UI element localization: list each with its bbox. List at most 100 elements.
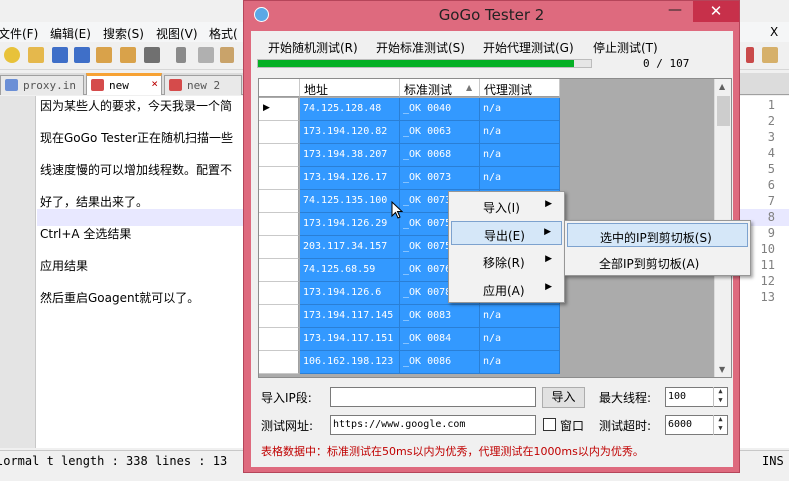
menu-file[interactable]: 文件(F) — [0, 25, 38, 42]
cell-proxy-test[interactable]: n/a — [480, 144, 560, 167]
progress-count: 0 / 107 — [643, 57, 690, 70]
row-header[interactable] — [259, 236, 299, 259]
plugin-icon[interactable] — [762, 47, 778, 63]
tab-close-icon[interactable]: × — [151, 77, 158, 90]
open-folder-icon[interactable] — [28, 47, 44, 63]
tab-new[interactable]: new × — [86, 73, 162, 95]
status-length-lines: lormal t length : 338 lines : 13 — [0, 454, 228, 468]
cell-address[interactable]: 74.125.128.48 — [300, 98, 400, 121]
menu-item-import[interactable]: 导入(I) ▶ — [451, 194, 562, 218]
row-header[interactable] — [259, 167, 299, 190]
test-url-label: 测试网址: — [261, 419, 314, 433]
cut-icon[interactable] — [176, 47, 186, 63]
menu-view[interactable]: 视图(V) — [156, 25, 198, 42]
cell-proxy-test[interactable]: n/a — [480, 121, 560, 144]
save-all-icon[interactable] — [74, 47, 90, 63]
menu-search[interactable]: 搜索(S) — [103, 25, 144, 42]
cell-proxy-test[interactable]: n/a — [480, 351, 560, 374]
footnote-text: 表格数据中：标准测试在50ms以内为优秀，代理测试在1000ms以内为优秀。 — [261, 445, 644, 458]
row-header[interactable] — [259, 144, 299, 167]
cell-address[interactable]: 173.194.117.145 — [300, 305, 400, 328]
row-header[interactable] — [259, 351, 299, 374]
tab-proxy-ini[interactable]: proxy.in — [0, 75, 84, 95]
row-header[interactable] — [259, 213, 299, 236]
new-file-icon[interactable] — [4, 47, 20, 63]
cell-proxy-test[interactable]: n/a — [480, 305, 560, 328]
cell-address[interactable]: 173.194.120.82 — [300, 121, 400, 144]
paste-icon[interactable] — [220, 47, 234, 63]
import-button[interactable]: 导入 — [542, 387, 585, 408]
line-number-gutter — [0, 96, 36, 448]
editor-close-doc-button[interactable]: X — [770, 25, 778, 39]
submenu-arrow-icon: ▶ — [545, 199, 552, 209]
line-number: 1 — [767, 98, 775, 112]
cell-standard-test[interactable]: _OK 0084 — [400, 328, 480, 351]
column-header-standard-test[interactable]: 标准测试 ▲ — [400, 79, 480, 97]
cell-address[interactable]: 173.194.126.17 — [300, 167, 400, 190]
cell-address[interactable]: 173.194.126.6 — [300, 282, 400, 305]
cell-standard-test[interactable]: _OK 0063 — [400, 121, 480, 144]
cell-address[interactable]: 74.125.68.59 — [300, 259, 400, 282]
cell-standard-test[interactable]: _OK 0073 — [400, 167, 480, 190]
scroll-down-arrow-icon[interactable]: ▼ — [719, 365, 725, 374]
timeout-stepper[interactable]: 6000 ▲ ▼ — [665, 415, 728, 435]
start-random-test-button[interactable]: 开始随机测试(R) — [268, 39, 358, 56]
start-standard-test-button[interactable]: 开始标准测试(S) — [376, 39, 465, 56]
cell-address[interactable]: 203.117.34.157 — [300, 236, 400, 259]
scroll-up-arrow-icon[interactable]: ▲ — [719, 82, 725, 91]
save-icon[interactable] — [52, 47, 68, 63]
menu-edit[interactable]: 编辑(E) — [50, 25, 91, 42]
minimize-button[interactable]: — — [662, 3, 688, 21]
cell-proxy-test[interactable]: n/a — [480, 167, 560, 190]
cell-standard-test[interactable]: _OK 0040 — [400, 98, 480, 121]
cell-standard-test[interactable]: _OK 0068 — [400, 144, 480, 167]
menu-item-copy-all-ips[interactable]: 全部IP到剪切板(A) — [567, 250, 748, 274]
submenu-arrow-icon: ▶ — [544, 227, 551, 237]
menu-item-remove[interactable]: 移除(R) ▶ — [451, 249, 562, 273]
progress-fill — [258, 60, 575, 67]
close-all-icon[interactable] — [120, 47, 136, 63]
line-number: 12 — [760, 274, 775, 288]
title-bar[interactable]: GoGo Tester 2 — ✕ — [244, 1, 739, 29]
cell-address[interactable]: 106.162.198.123 — [300, 351, 400, 374]
test-url-input[interactable]: https://www.google.com — [330, 415, 536, 435]
menu-format[interactable]: 格式( — [209, 25, 238, 42]
window-checkbox[interactable] — [543, 418, 556, 431]
close-file-icon[interactable] — [96, 47, 112, 63]
tab-new-2[interactable]: new 2 — [164, 75, 242, 95]
cell-standard-test[interactable]: _OK 0083 — [400, 305, 480, 328]
menu-item-apply[interactable]: 应用(A) ▶ — [451, 277, 562, 301]
close-button[interactable]: ✕ — [693, 1, 739, 22]
row-header[interactable] — [259, 190, 299, 213]
stop-test-button[interactable]: 停止测试(T) — [593, 39, 658, 56]
row-header[interactable] — [259, 328, 299, 351]
export-submenu: 选中的IP到剪切板(S) 全部IP到剪切板(A) — [564, 220, 751, 276]
copy-icon[interactable] — [198, 47, 214, 63]
print-icon[interactable] — [144, 47, 160, 63]
cell-proxy-test[interactable]: n/a — [480, 328, 560, 351]
tab-label: new 2 — [187, 79, 221, 92]
column-header-address[interactable]: 地址 — [300, 79, 400, 97]
stepper-arrows[interactable]: ▲ ▼ — [713, 415, 727, 435]
row-header[interactable] — [259, 259, 299, 282]
cell-address[interactable]: 173.194.126.29 — [300, 213, 400, 236]
row-header[interactable] — [259, 305, 299, 328]
max-threads-stepper[interactable]: 100 ▲ ▼ — [665, 387, 728, 407]
cell-standard-test[interactable]: _OK 0086 — [400, 351, 480, 374]
stepper-arrows[interactable]: ▲ ▼ — [713, 387, 727, 407]
record-macro-icon[interactable] — [746, 47, 754, 63]
menu-item-copy-selected-ips[interactable]: 选中的IP到剪切板(S) — [567, 223, 748, 247]
cell-address[interactable]: 74.125.135.100 — [300, 190, 400, 213]
cell-address[interactable]: 173.194.117.151 — [300, 328, 400, 351]
menu-item-export[interactable]: 导出(E) ▶ — [451, 221, 562, 245]
row-header[interactable] — [259, 282, 299, 305]
column-header-proxy-test[interactable]: 代理测试 — [480, 79, 560, 97]
cell-proxy-test[interactable]: n/a — [480, 98, 560, 121]
file-icon — [5, 79, 18, 91]
start-proxy-test-button[interactable]: 开始代理测试(G) — [483, 39, 574, 56]
row-header[interactable] — [259, 121, 299, 144]
import-ip-input[interactable] — [330, 387, 536, 407]
row-header[interactable]: ▶ — [259, 98, 299, 121]
cell-address[interactable]: 173.194.38.207 — [300, 144, 400, 167]
scrollbar-thumb[interactable] — [717, 96, 730, 126]
